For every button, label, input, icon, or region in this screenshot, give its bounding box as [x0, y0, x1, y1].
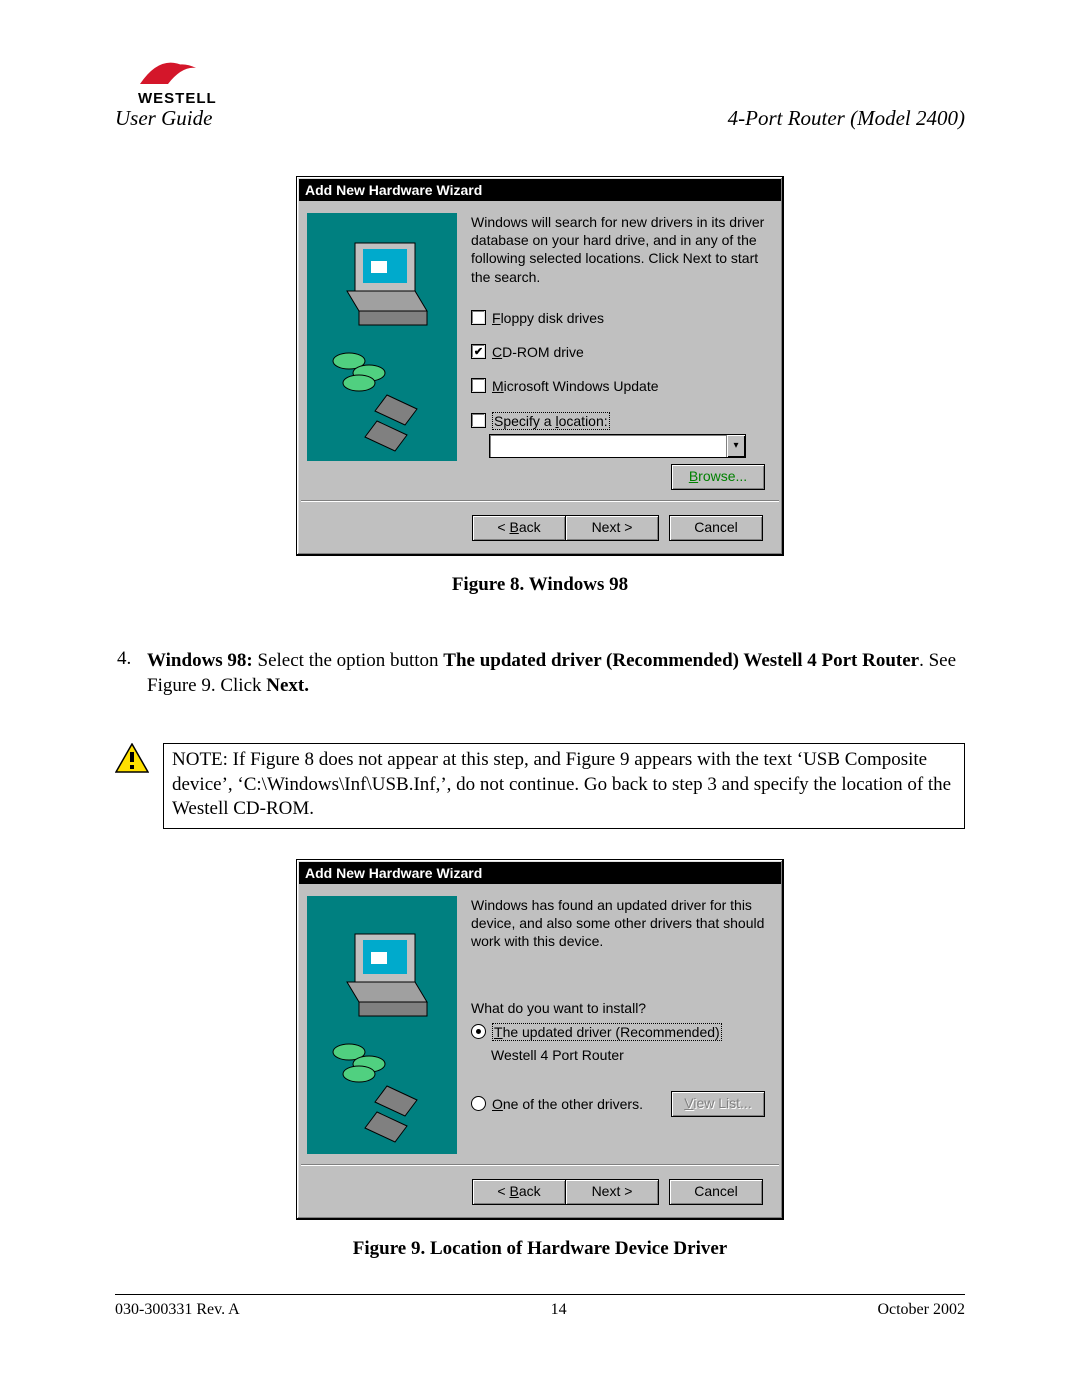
checkbox-cdrom[interactable]: ✔ CD-ROM drive: [471, 344, 765, 360]
dialog1-button-row: < Back Next > Cancel: [301, 500, 779, 551]
radio-icon: [471, 1024, 486, 1039]
cancel-button[interactable]: Cancel: [669, 1179, 763, 1205]
dialog-add-hardware-2: Add New Hardware Wizard Win: [296, 859, 784, 1220]
dialog2-intro: Windows has found an updated driver for …: [471, 896, 765, 951]
checkbox-windows-update[interactable]: Microsoft Windows Update: [471, 378, 765, 394]
header-left: User Guide: [115, 106, 212, 131]
radio-updated-driver[interactable]: The updated driver (Recommended): [471, 1023, 765, 1041]
checkbox-floppy[interactable]: Floppy disk drives: [471, 310, 765, 326]
step-text: Windows 98: Select the option button The…: [147, 648, 963, 699]
footer-center: 14: [551, 1301, 567, 1319]
brand-name: WESTELL: [138, 90, 217, 107]
footer-rule: [115, 1294, 965, 1295]
logo-swoosh-icon: [138, 58, 198, 88]
next-button[interactable]: Next >: [565, 515, 659, 541]
cancel-button[interactable]: Cancel: [669, 515, 763, 541]
radio-other-drivers[interactable]: One of the other drivers.: [471, 1096, 643, 1112]
next-button[interactable]: Next >: [565, 1179, 659, 1205]
page-footer: 030-300331 Rev. A 14 October 2002: [115, 1301, 965, 1319]
brand-logo: WESTELL: [138, 58, 217, 107]
header-right: 4-Port Router (Model 2400): [728, 106, 965, 131]
footer-left: 030-300331 Rev. A: [115, 1301, 240, 1319]
footer-right: October 2002: [877, 1301, 965, 1319]
document-page: WESTELL User Guide 4-Port Router (Model …: [0, 0, 1080, 1397]
dropdown-icon[interactable]: ▾: [726, 435, 745, 457]
wizard-illustration-2: [307, 896, 457, 1154]
dialog2-button-row: < Back Next > Cancel: [301, 1164, 779, 1215]
checkbox-icon: [471, 413, 486, 428]
back-button[interactable]: < Back: [472, 515, 565, 541]
note-text: NOTE: If Figure 8 does not appear at thi…: [163, 743, 965, 829]
browse-button[interactable]: Browse...: [671, 464, 765, 490]
figure9-caption: Figure 9. Location of Hardware Device Dr…: [115, 1238, 965, 1260]
view-list-button[interactable]: View List...: [671, 1091, 765, 1117]
wizard-illustration-1: [307, 213, 457, 461]
checkbox-specify-location[interactable]: Specify a location:: [471, 412, 765, 430]
radio-icon: [471, 1096, 486, 1111]
dialog2-titlebar: Add New Hardware Wizard: [299, 862, 781, 884]
warning-icon: [115, 743, 149, 778]
dialog1-titlebar: Add New Hardware Wizard: [299, 179, 781, 201]
note-block: NOTE: If Figure 8 does not appear at thi…: [115, 743, 965, 829]
figure8-caption: Figure 8. Windows 98: [115, 574, 965, 596]
dialog-add-hardware-1: Add New Hardware Wizard: [296, 176, 784, 556]
page-header: User Guide 4-Port Router (Model 2400): [115, 106, 965, 131]
dialog2-question: What do you want to install?: [471, 999, 765, 1017]
location-input[interactable]: ▾: [489, 434, 746, 458]
updated-driver-name: Westell 4 Port Router: [491, 1047, 765, 1063]
checkbox-icon: [471, 378, 486, 393]
back-button[interactable]: < Back: [472, 1179, 565, 1205]
checkbox-icon: [471, 310, 486, 325]
dialog1-intro: Windows will search for new drivers in i…: [471, 213, 765, 286]
checkbox-icon: ✔: [471, 344, 486, 359]
step-number: 4.: [117, 648, 133, 699]
step-4: 4. Windows 98: Select the option button …: [115, 648, 965, 699]
